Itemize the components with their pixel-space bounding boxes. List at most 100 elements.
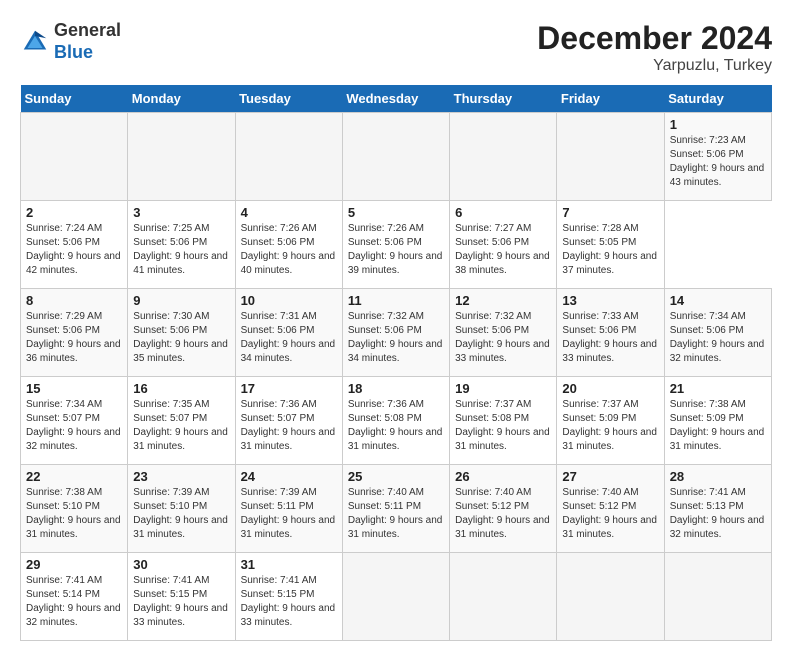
day-info: Sunrise: 7:36 AMSunset: 5:08 PMDaylight:… xyxy=(348,398,444,454)
weekday-header-sunday: Sunday xyxy=(21,85,128,113)
day-info: Sunrise: 7:39 AMSunset: 5:10 PMDaylight:… xyxy=(133,486,229,542)
day-number: 5 xyxy=(348,205,444,220)
calendar-cell: 25 Sunrise: 7:40 AMSunset: 5:11 PMDayligh… xyxy=(342,465,449,553)
day-info: Sunrise: 7:36 AMSunset: 5:07 PMDaylight:… xyxy=(241,398,337,454)
day-number: 31 xyxy=(241,557,337,572)
day-number: 14 xyxy=(670,293,766,308)
calendar-cell: 24 Sunrise: 7:39 AMSunset: 5:11 PMDayligh… xyxy=(235,465,342,553)
title-block: December 2024 Yarpuzlu, Turkey xyxy=(537,20,772,75)
weekday-header-saturday: Saturday xyxy=(664,85,771,113)
day-info: Sunrise: 7:34 AMSunset: 5:06 PMDaylight:… xyxy=(670,310,766,366)
calendar-cell xyxy=(342,113,449,201)
weekday-header-tuesday: Tuesday xyxy=(235,85,342,113)
day-info: Sunrise: 7:40 AMSunset: 5:11 PMDaylight:… xyxy=(348,486,444,542)
day-number: 6 xyxy=(455,205,551,220)
calendar-cell: 12Sunrise: 7:32 AMSunset: 5:06 PMDayligh… xyxy=(450,289,557,377)
logo-text-blue: Blue xyxy=(54,42,121,64)
calendar-week-3: 8 Sunrise: 7:29 AMSunset: 5:06 PMDaylight… xyxy=(21,289,772,377)
day-number: 13 xyxy=(562,293,658,308)
day-info: Sunrise: 7:40 AMSunset: 5:12 PMDaylight:… xyxy=(455,486,551,542)
calendar-cell: 28 Sunrise: 7:41 AMSunset: 5:13 PMDayligh… xyxy=(664,465,771,553)
calendar-cell: 16Sunrise: 7:35 AMSunset: 5:07 PMDayligh… xyxy=(128,377,235,465)
calendar-cell xyxy=(450,113,557,201)
day-info: Sunrise: 7:38 AMSunset: 5:09 PMDaylight:… xyxy=(670,398,766,454)
calendar-cell: 22 Sunrise: 7:38 AMSunset: 5:10 PMDayligh… xyxy=(21,465,128,553)
day-info: Sunrise: 7:28 AMSunset: 5:05 PMDaylight:… xyxy=(562,222,658,278)
calendar-cell: 30 Sunrise: 7:41 AMSunset: 5:15 PMDayligh… xyxy=(128,553,235,641)
calendar-cell: 17 Sunrise: 7:36 AMSunset: 5:07 PMDayligh… xyxy=(235,377,342,465)
day-number: 30 xyxy=(133,557,229,572)
calendar-cell xyxy=(557,113,664,201)
day-info: Sunrise: 7:37 AMSunset: 5:09 PMDaylight:… xyxy=(562,398,658,454)
logo-icon xyxy=(20,27,50,57)
day-number: 19 xyxy=(455,381,551,396)
calendar-cell: 13 Sunrise: 7:33 AMSunset: 5:06 PMDayligh… xyxy=(557,289,664,377)
day-number: 26 xyxy=(455,469,551,484)
day-number: 24 xyxy=(241,469,337,484)
weekday-header-monday: Monday xyxy=(128,85,235,113)
calendar-cell: 15 Sunrise: 7:34 AMSunset: 5:07 PMDayligh… xyxy=(21,377,128,465)
day-info: Sunrise: 7:26 AMSunset: 5:06 PMDaylight:… xyxy=(241,222,337,278)
day-info: Sunrise: 7:26 AMSunset: 5:06 PMDaylight:… xyxy=(348,222,444,278)
calendar-cell: 23Sunrise: 7:39 AMSunset: 5:10 PMDayligh… xyxy=(128,465,235,553)
day-number: 8 xyxy=(26,293,122,308)
calendar-cell xyxy=(557,553,664,641)
calendar-cell: 1Sunrise: 7:23 AMSunset: 5:06 PMDaylight… xyxy=(664,113,771,201)
day-info: Sunrise: 7:32 AMSunset: 5:06 PMDaylight:… xyxy=(455,310,551,366)
page-header: General Blue December 2024 Yarpuzlu, Tur… xyxy=(20,20,772,75)
calendar-cell: 18 Sunrise: 7:36 AMSunset: 5:08 PMDayligh… xyxy=(342,377,449,465)
day-number: 22 xyxy=(26,469,122,484)
weekday-header-wednesday: Wednesday xyxy=(342,85,449,113)
day-info: Sunrise: 7:32 AMSunset: 5:06 PMDaylight:… xyxy=(348,310,444,366)
day-info: Sunrise: 7:41 AMSunset: 5:13 PMDaylight:… xyxy=(670,486,766,542)
day-number: 4 xyxy=(241,205,337,220)
day-number: 1 xyxy=(670,117,766,132)
day-info: Sunrise: 7:41 AMSunset: 5:15 PMDaylight:… xyxy=(133,574,229,630)
calendar-cell xyxy=(21,113,128,201)
day-info: Sunrise: 7:25 AMSunset: 5:06 PMDaylight:… xyxy=(133,222,229,278)
day-number: 20 xyxy=(562,381,658,396)
day-number: 18 xyxy=(348,381,444,396)
day-info: Sunrise: 7:40 AMSunset: 5:12 PMDaylight:… xyxy=(562,486,658,542)
day-info: Sunrise: 7:29 AMSunset: 5:06 PMDaylight:… xyxy=(26,310,122,366)
calendar-header-row: SundayMondayTuesdayWednesdayThursdayFrid… xyxy=(21,85,772,113)
calendar-cell: 7 Sunrise: 7:28 AMSunset: 5:05 PMDaylight… xyxy=(557,201,664,289)
day-info: Sunrise: 7:34 AMSunset: 5:07 PMDaylight:… xyxy=(26,398,122,454)
day-number: 15 xyxy=(26,381,122,396)
day-number: 21 xyxy=(670,381,766,396)
day-info: Sunrise: 7:41 AMSunset: 5:14 PMDaylight:… xyxy=(26,574,122,630)
calendar-week-4: 15 Sunrise: 7:34 AMSunset: 5:07 PMDayligh… xyxy=(21,377,772,465)
calendar-cell: 31 Sunrise: 7:41 AMSunset: 5:15 PMDayligh… xyxy=(235,553,342,641)
calendar-cell: 9Sunrise: 7:30 AMSunset: 5:06 PMDaylight… xyxy=(128,289,235,377)
day-info: Sunrise: 7:39 AMSunset: 5:11 PMDaylight:… xyxy=(241,486,337,542)
calendar-cell: 2Sunrise: 7:24 AMSunset: 5:06 PMDaylight… xyxy=(21,201,128,289)
day-info: Sunrise: 7:24 AMSunset: 5:06 PMDaylight:… xyxy=(26,222,122,278)
calendar-cell: 3Sunrise: 7:25 AMSunset: 5:06 PMDaylight… xyxy=(128,201,235,289)
calendar-cell: 29 Sunrise: 7:41 AMSunset: 5:14 PMDayligh… xyxy=(21,553,128,641)
day-info: Sunrise: 7:41 AMSunset: 5:15 PMDaylight:… xyxy=(241,574,337,630)
day-number: 27 xyxy=(562,469,658,484)
day-info: Sunrise: 7:35 AMSunset: 5:07 PMDaylight:… xyxy=(133,398,229,454)
calendar-cell: 26 Sunrise: 7:40 AMSunset: 5:12 PMDayligh… xyxy=(450,465,557,553)
day-number: 7 xyxy=(562,205,658,220)
logo: General Blue xyxy=(20,20,121,63)
calendar-cell: 5 Sunrise: 7:26 AMSunset: 5:06 PMDaylight… xyxy=(342,201,449,289)
location-subtitle: Yarpuzlu, Turkey xyxy=(537,57,772,75)
calendar-cell xyxy=(235,113,342,201)
day-number: 25 xyxy=(348,469,444,484)
day-info: Sunrise: 7:33 AMSunset: 5:06 PMDaylight:… xyxy=(562,310,658,366)
day-number: 11 xyxy=(348,293,444,308)
calendar-cell: 8 Sunrise: 7:29 AMSunset: 5:06 PMDaylight… xyxy=(21,289,128,377)
weekday-header-thursday: Thursday xyxy=(450,85,557,113)
calendar-cell: 27 Sunrise: 7:40 AMSunset: 5:12 PMDayligh… xyxy=(557,465,664,553)
calendar-week-6: 29 Sunrise: 7:41 AMSunset: 5:14 PMDayligh… xyxy=(21,553,772,641)
calendar-cell xyxy=(664,553,771,641)
day-number: 17 xyxy=(241,381,337,396)
day-number: 28 xyxy=(670,469,766,484)
calendar-cell xyxy=(128,113,235,201)
calendar-week-5: 22 Sunrise: 7:38 AMSunset: 5:10 PMDayligh… xyxy=(21,465,772,553)
day-number: 29 xyxy=(26,557,122,572)
day-info: Sunrise: 7:27 AMSunset: 5:06 PMDaylight:… xyxy=(455,222,551,278)
calendar-week-2: 2Sunrise: 7:24 AMSunset: 5:06 PMDaylight… xyxy=(21,201,772,289)
day-info: Sunrise: 7:38 AMSunset: 5:10 PMDaylight:… xyxy=(26,486,122,542)
